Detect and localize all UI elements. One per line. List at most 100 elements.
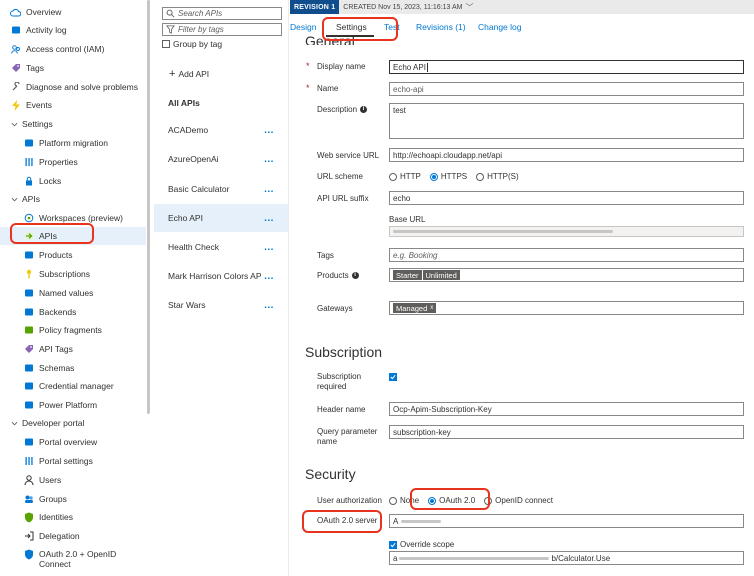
url-scheme-http-s[interactable]: HTTP(S)	[476, 172, 519, 181]
sidebar-item-developer-portal[interactable]: Developer portal	[0, 414, 146, 432]
url-scheme-http[interactable]: HTTP	[389, 172, 421, 181]
sidebar-item-label: Events	[26, 100, 52, 110]
sidebar-item-products[interactable]: Products	[0, 246, 146, 264]
name-field[interactable]: echo-api	[389, 82, 744, 96]
override-scope-checkbox[interactable]: Override scope	[389, 540, 454, 549]
sidebar-item-workspaces-preview[interactable]: Workspaces (preview)	[0, 209, 146, 227]
sidebar-item-access-control-iam[interactable]: Access control (IAM)	[0, 40, 146, 58]
filter-by-tags-input[interactable]: Filter by tags	[162, 23, 282, 36]
chevron-down-icon	[10, 419, 18, 427]
sidebar-item-activity-log[interactable]: Activity log	[0, 21, 146, 39]
api-name: ACADemo	[168, 125, 209, 135]
sidebar-item-credential-manager[interactable]: Credential manager	[0, 377, 146, 395]
tags-field[interactable]: e.g. Booking	[389, 248, 744, 262]
more-options-icon[interactable]: ...	[262, 242, 276, 253]
header-name-field[interactable]: Ocp-Apim-Subscription-Key	[389, 402, 744, 416]
api-list-item[interactable]: Basic Calculator...	[154, 175, 288, 203]
auth-option-none[interactable]: None	[389, 496, 419, 505]
tab-test[interactable]: Test	[384, 22, 400, 32]
group-by-tag-checkbox[interactable]: Group by tag	[162, 39, 222, 49]
sidebar-item-users[interactable]: Users	[0, 471, 146, 489]
revision-created[interactable]: CREATED Nov 15, 2023, 11:16:13 AM ﹀	[343, 2, 473, 13]
gateway-tag[interactable]: Managed x	[393, 303, 437, 313]
sidebar-item-groups[interactable]: Groups	[0, 490, 146, 508]
oauth-server-label: OAuth 2.0 server	[317, 516, 378, 525]
sidebar-item-portal-settings[interactable]: Portal settings	[0, 452, 146, 470]
radio-button[interactable]	[484, 496, 493, 505]
api-list-item[interactable]: Star Wars...	[154, 291, 288, 319]
sidebar-item-properties[interactable]: Properties	[0, 153, 146, 171]
display-name-field[interactable]: Echo API	[389, 60, 744, 74]
api-list-item[interactable]: Mark Harrison Colors API...	[154, 262, 288, 290]
sidebar-item-power-platform[interactable]: Power Platform	[0, 396, 146, 414]
tab-settings[interactable]: Settings	[336, 22, 367, 32]
sidebar-item-delegation[interactable]: Delegation	[0, 527, 146, 545]
description-field[interactable]: test	[389, 103, 744, 139]
api-list-item[interactable]: Health Check...	[154, 233, 288, 261]
sidebar-item-portal-overview[interactable]: Portal overview	[0, 433, 146, 451]
web-service-url-field[interactable]: http://echoapi.cloudapp.net/api	[389, 148, 744, 162]
url-scheme-https[interactable]: HTTPS	[429, 172, 467, 181]
sidebar-item-label: Subscriptions	[39, 269, 91, 279]
product-tag[interactable]: Starter	[393, 270, 422, 280]
lightning-icon	[10, 99, 21, 111]
sidebar-item-settings[interactable]: Settings	[0, 115, 146, 133]
checkbox-box[interactable]	[162, 40, 170, 48]
api-list-item[interactable]: AzureOpenAi...	[154, 145, 288, 173]
more-options-icon[interactable]: ...	[262, 184, 276, 195]
products-field[interactable]: Starter Unlimited	[389, 268, 744, 282]
api-url-suffix-field[interactable]: echo	[389, 191, 744, 205]
api-list-item[interactable]: ACADemo...	[154, 116, 288, 144]
more-options-icon[interactable]: ...	[262, 213, 276, 224]
user-icon	[23, 475, 34, 486]
sidebar-item-events[interactable]: Events	[0, 96, 146, 114]
more-options-icon[interactable]: ...	[262, 271, 276, 282]
scope-field[interactable]: a b/Calculator.Use	[389, 551, 744, 565]
auth-option-openid-connect[interactable]: OpenID connect	[484, 496, 553, 505]
gateways-label: Gateways	[317, 304, 353, 313]
sidebar-item-api-tags[interactable]: API Tags	[0, 340, 146, 358]
sidebar-item-subscriptions[interactable]: Subscriptions	[0, 265, 146, 283]
radio-button[interactable]	[389, 496, 397, 505]
oauth-server-field[interactable]: A	[389, 514, 744, 528]
more-options-icon[interactable]: ...	[262, 300, 276, 311]
auth-option-oauth-2-0[interactable]: OAuth 2.0	[428, 496, 475, 505]
close-icon[interactable]: x	[430, 305, 433, 311]
radio-button[interactable]	[428, 496, 437, 505]
search-apis-input[interactable]: Search APIs	[162, 7, 282, 20]
sidebar-item-backends[interactable]: Backends	[0, 303, 146, 321]
sidebar-item-overview[interactable]: Overview	[0, 3, 146, 21]
radio-button[interactable]	[429, 172, 438, 181]
info-icon[interactable]: i	[351, 272, 359, 280]
sidebar-item-tags[interactable]: Tags	[0, 59, 146, 77]
more-options-icon[interactable]: ...	[262, 125, 276, 136]
sidebar-item-apis[interactable]: APIs	[0, 190, 146, 208]
radio-button[interactable]	[389, 172, 397, 181]
api-url-suffix-label: API URL suffix	[317, 194, 369, 203]
sidebar-item-identities[interactable]: Identities	[0, 508, 146, 526]
sidebar-item-locks[interactable]: Locks	[0, 172, 146, 190]
add-api-button[interactable]: + Add API	[169, 68, 209, 80]
sidebar-item-platform-migration[interactable]: Platform migration	[0, 134, 146, 152]
sidebar-item-named-values[interactable]: Named values	[0, 284, 146, 302]
sidebar-item-oauth-2-0-openid-connect[interactable]: OAuth 2.0 + OpenID Connect	[0, 548, 146, 572]
nav-scrollbar[interactable]	[147, 0, 150, 414]
gateways-field[interactable]: Managed x	[389, 301, 744, 315]
display-name-value: Echo API	[393, 62, 426, 72]
more-options-icon[interactable]: ...	[262, 154, 276, 165]
info-icon[interactable]: i	[360, 106, 368, 114]
sidebar-item-apis[interactable]: APIs	[0, 227, 146, 245]
sidebar-item-label: Platform migration	[39, 138, 108, 148]
tab-revisions[interactable]: Revisions (1)	[416, 22, 466, 32]
schemas-icon	[23, 363, 34, 374]
tab-change-log[interactable]: Change log	[478, 22, 521, 32]
radio-button[interactable]	[476, 172, 485, 181]
tab-design[interactable]: Design	[290, 22, 316, 32]
sidebar-item-policy-fragments[interactable]: Policy fragments	[0, 321, 146, 339]
api-list-item[interactable]: Echo API...	[154, 204, 288, 232]
product-tag[interactable]: Unlimited	[422, 270, 460, 280]
query-parameter-field[interactable]: subscription-key	[389, 425, 744, 439]
sidebar-item-schemas[interactable]: Schemas	[0, 359, 146, 377]
subscription-required-checkbox[interactable]	[389, 372, 397, 382]
sidebar-item-diagnose-and-solve-problems[interactable]: Diagnose and solve problems	[0, 78, 146, 96]
